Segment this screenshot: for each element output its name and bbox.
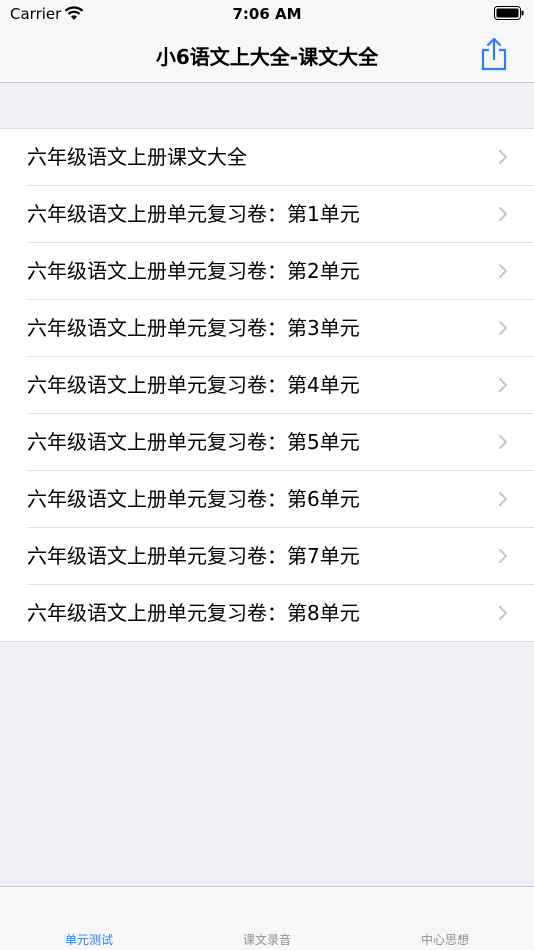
list-item[interactable]: 六年级语文上册单元复习卷：第5单元: [0, 414, 534, 471]
page-title: 小6语文上大全-课文大全: [155, 45, 379, 69]
list-item-label: 六年级语文上册单元复习卷：第2单元: [27, 259, 360, 283]
tab-central-idea[interactable]: 中心思想: [356, 931, 534, 948]
navigation-bar: 小6语文上大全-课文大全: [0, 28, 534, 83]
list-item-label: 六年级语文上册单元复习卷：第1单元: [27, 202, 360, 226]
chevron-right-icon: [499, 606, 507, 620]
list-item[interactable]: 六年级语文上册单元复习卷：第7单元: [0, 528, 534, 585]
chevron-right-icon: [499, 435, 507, 449]
list-item[interactable]: 六年级语文上册单元复习卷：第8单元: [0, 585, 534, 641]
list-item-label: 六年级语文上册单元复习卷：第4单元: [27, 373, 360, 397]
list-item[interactable]: 六年级语文上册单元复习卷：第3单元: [0, 300, 534, 357]
chevron-right-icon: [499, 264, 507, 278]
chevron-right-icon: [499, 549, 507, 563]
status-bar: Carrier 7:06 AM: [0, 0, 534, 28]
chevron-right-icon: [499, 492, 507, 506]
list-item[interactable]: 六年级语文上册课文大全: [0, 129, 534, 186]
chevron-right-icon: [499, 321, 507, 335]
list-item[interactable]: 六年级语文上册单元复习卷：第6单元: [0, 471, 534, 528]
list-item-label: 六年级语文上册单元复习卷：第3单元: [27, 316, 360, 340]
list-item-label: 六年级语文上册单元复习卷：第5单元: [27, 430, 360, 454]
lesson-list: 六年级语文上册课文大全 六年级语文上册单元复习卷：第1单元 六年级语文上册单元复…: [0, 128, 534, 642]
chevron-right-icon: [499, 207, 507, 221]
status-time: 7:06 AM: [232, 5, 302, 23]
chevron-right-icon: [499, 150, 507, 164]
chevron-right-icon: [499, 378, 507, 392]
list-item-label: 六年级语文上册课文大全: [27, 145, 247, 169]
tab-bar: 单元测试 课文录音 中心思想: [0, 886, 534, 950]
battery-icon: [494, 6, 524, 20]
list-item-label: 六年级语文上册单元复习卷：第7单元: [27, 544, 360, 568]
share-icon[interactable]: [480, 37, 508, 71]
tab-unit-test[interactable]: 单元测试: [0, 931, 178, 948]
list-item-label: 六年级语文上册单元复习卷：第8单元: [27, 601, 360, 625]
list-item[interactable]: 六年级语文上册单元复习卷：第1单元: [0, 186, 534, 243]
tab-lesson-audio[interactable]: 课文录音: [178, 931, 356, 948]
list-item[interactable]: 六年级语文上册单元复习卷：第2单元: [0, 243, 534, 300]
list-item[interactable]: 六年级语文上册单元复习卷：第4单元: [0, 357, 534, 414]
list-item-label: 六年级语文上册单元复习卷：第6单元: [27, 487, 360, 511]
